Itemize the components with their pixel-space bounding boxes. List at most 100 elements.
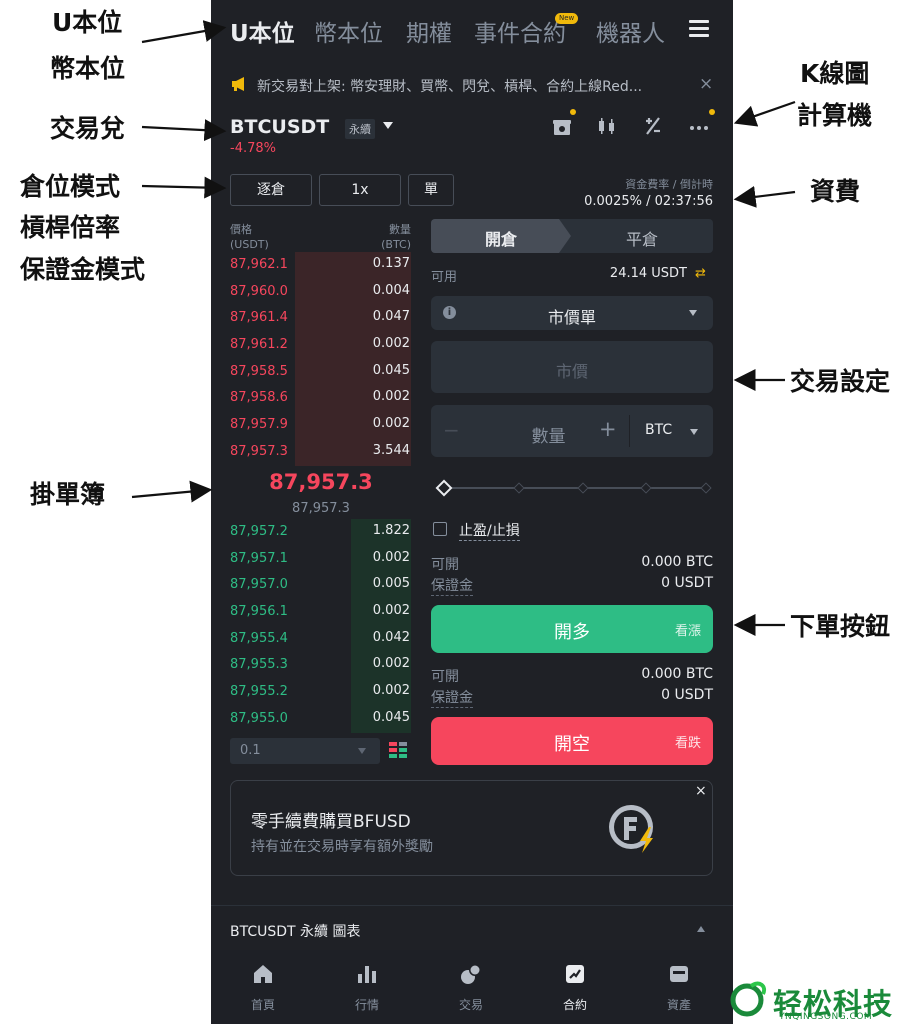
phone-screen: U本位 幣本位 期權 事件合約 New 機器人 新交易對上架: 幣安理財、買幣、… bbox=[211, 0, 733, 1024]
position-mode-button[interactable]: 單 bbox=[408, 174, 454, 206]
promo-banner[interactable]: 零手續費購買BFUSD 持有並在交易時享有額外獎勵 × bbox=[230, 780, 713, 876]
announcement-text: 新交易對上架: 幣安理財、買幣、閃兌、槓桿、合約上線Red... bbox=[257, 79, 643, 95]
quantity-unit-select[interactable]: BTC bbox=[645, 422, 672, 438]
depth-step-select[interactable]: 0.1 bbox=[230, 738, 380, 764]
tab-bots[interactable]: 機器人 bbox=[596, 14, 665, 48]
price-placeholder: 市價 bbox=[555, 362, 588, 381]
ask-row[interactable]: 87,960.0 0.004 bbox=[211, 278, 421, 306]
tpsl-label[interactable]: 止盈/止損 bbox=[459, 520, 520, 541]
tab-trade[interactable]: 交易 bbox=[419, 950, 523, 1024]
short-margin-value: 0 USDT bbox=[661, 687, 713, 703]
bid-row[interactable]: 87,957.2 1.822 bbox=[211, 519, 421, 546]
ask-qty: 0.137 bbox=[372, 256, 410, 271]
quantity-stepper[interactable]: − 數量 + BTC bbox=[431, 405, 713, 457]
tab-trade-label: 交易 bbox=[458, 998, 483, 1012]
leverage-slider[interactable] bbox=[435, 478, 712, 498]
calculator-icon[interactable] bbox=[641, 114, 665, 138]
ask-row[interactable]: 87,961.4 0.047 bbox=[211, 305, 421, 333]
quantity-placeholder[interactable]: 數量 bbox=[491, 422, 606, 447]
margin-mode-button[interactable]: 逐倉 bbox=[230, 174, 312, 206]
order-type-select[interactable]: i 市價單 bbox=[431, 296, 713, 330]
price-input[interactable]: 市價 bbox=[431, 341, 713, 393]
tab-usdm[interactable]: U本位 bbox=[230, 14, 295, 48]
bottom-tab-bar: 首頁 行情 交易 合約 資產 bbox=[211, 950, 733, 1024]
ask-row[interactable]: 87,962.1 0.137 bbox=[211, 252, 421, 279]
bid-qty: 1.822 bbox=[372, 523, 410, 538]
bid-price: 87,955.0 bbox=[230, 710, 288, 726]
annotation-pair: 交易兌 bbox=[50, 114, 126, 143]
bid-price: 87,957.2 bbox=[230, 524, 288, 539]
chevron-down-icon[interactable] bbox=[383, 122, 393, 129]
ask-price: 87,957.9 bbox=[230, 417, 288, 433]
open-short-button[interactable]: 開空 看跌 bbox=[431, 717, 713, 765]
close-icon[interactable]: × bbox=[699, 74, 713, 94]
annotation-coin-margin: 幣本位 bbox=[50, 54, 126, 83]
annotation-calculator: 計算機 bbox=[797, 101, 873, 130]
tab-options[interactable]: 期權 bbox=[406, 14, 452, 48]
tab-home[interactable]: 首頁 bbox=[211, 950, 315, 1024]
ask-price: 87,960.0 bbox=[230, 283, 288, 299]
tab-markets[interactable]: 行情 bbox=[315, 950, 419, 1024]
bid-row[interactable]: 87,957.0 0.005 bbox=[211, 572, 421, 600]
watermark-logo-icon bbox=[730, 981, 766, 1017]
announcement-bar[interactable]: 新交易對上架: 幣安理財、買幣、閃兌、槓桿、合約上線Red... × bbox=[211, 66, 733, 106]
bid-qty: 0.045 bbox=[372, 709, 410, 725]
ask-row[interactable]: 87,958.6 0.002 bbox=[211, 385, 421, 413]
bid-row[interactable]: 87,955.2 0.002 bbox=[211, 679, 421, 706]
annotation-u-margin: U本位 bbox=[52, 8, 123, 37]
tab-close[interactable]: 平倉 bbox=[571, 226, 713, 250]
minus-icon[interactable]: − bbox=[443, 418, 460, 442]
ask-price: 87,958.5 bbox=[230, 363, 288, 379]
order-type-value: 市價單 bbox=[547, 308, 596, 327]
menu-icon[interactable] bbox=[689, 20, 709, 38]
tab-event-contracts[interactable]: 事件合約 bbox=[474, 14, 566, 48]
bid-row[interactable]: 87,956.1 0.002 bbox=[211, 599, 421, 626]
open-long-sub: 看漲 bbox=[674, 624, 701, 639]
long-max-label: 可開 bbox=[431, 557, 459, 573]
close-icon[interactable]: × bbox=[695, 783, 707, 799]
ask-price: 87,957.3 bbox=[230, 443, 288, 459]
slider-handle[interactable] bbox=[435, 479, 453, 497]
orderbook-layout-icon[interactable] bbox=[388, 740, 408, 760]
more-icon[interactable] bbox=[687, 114, 711, 138]
tab-open[interactable]: 開倉 bbox=[431, 226, 571, 250]
tab-coinm[interactable]: 幣本位 bbox=[314, 14, 383, 48]
annotation-order-buttons: 下單按鈕 bbox=[790, 612, 891, 641]
ask-qty: 0.002 bbox=[372, 389, 410, 405]
transfer-icon[interactable]: ⇄ bbox=[695, 266, 706, 281]
available-label: 可用 bbox=[431, 270, 458, 285]
tab-assets[interactable]: 資產 bbox=[627, 950, 731, 1024]
annotation-funding: 資費 bbox=[810, 177, 861, 206]
open-short-sub: 看跌 bbox=[674, 736, 701, 751]
bid-row[interactable]: 87,957.1 0.002 bbox=[211, 545, 421, 573]
ask-row[interactable]: 87,957.9 0.002 bbox=[211, 412, 421, 439]
new-badge: New bbox=[555, 13, 579, 24]
ask-qty: 3.544 bbox=[372, 442, 410, 458]
ask-price: 87,962.1 bbox=[230, 257, 288, 272]
ask-row[interactable]: 87,961.2 0.002 bbox=[211, 332, 421, 359]
gift-icon[interactable] bbox=[550, 114, 574, 138]
pair-selector[interactable]: BTCUSDT bbox=[230, 116, 329, 138]
kline-chart-icon[interactable] bbox=[595, 114, 619, 138]
ask-row[interactable]: 87,957.3 3.544 bbox=[211, 438, 421, 466]
bid-qty: 0.002 bbox=[372, 603, 410, 619]
megaphone-icon bbox=[232, 77, 244, 91]
tab-futures[interactable]: 合約 bbox=[523, 950, 627, 1024]
annotation-orderbook: 掛單簿 bbox=[30, 480, 106, 509]
open-long-button[interactable]: 開多 看漲 bbox=[431, 605, 713, 653]
orderbook-qty-header: 數量 (BTC) bbox=[381, 223, 411, 251]
tpsl-checkbox[interactable] bbox=[433, 522, 447, 536]
bid-row[interactable]: 87,955.0 0.045 bbox=[211, 705, 421, 733]
futures-icon bbox=[566, 965, 584, 983]
chevron-up-icon bbox=[697, 926, 705, 932]
bid-row[interactable]: 87,955.4 0.042 bbox=[211, 625, 421, 653]
bid-row[interactable]: 87,955.3 0.002 bbox=[211, 652, 421, 680]
leverage-button[interactable]: 1x bbox=[319, 174, 401, 206]
ask-qty: 0.002 bbox=[372, 416, 410, 432]
trade-icon bbox=[461, 964, 481, 984]
annotation-leverage: 槓桿倍率 bbox=[20, 213, 121, 242]
home-icon bbox=[254, 965, 272, 983]
chart-toggle-bar[interactable]: BTCUSDT 永續 圖表 bbox=[211, 905, 733, 949]
plus-icon[interactable]: + bbox=[599, 417, 617, 441]
ask-row[interactable]: 87,958.5 0.045 bbox=[211, 358, 421, 386]
